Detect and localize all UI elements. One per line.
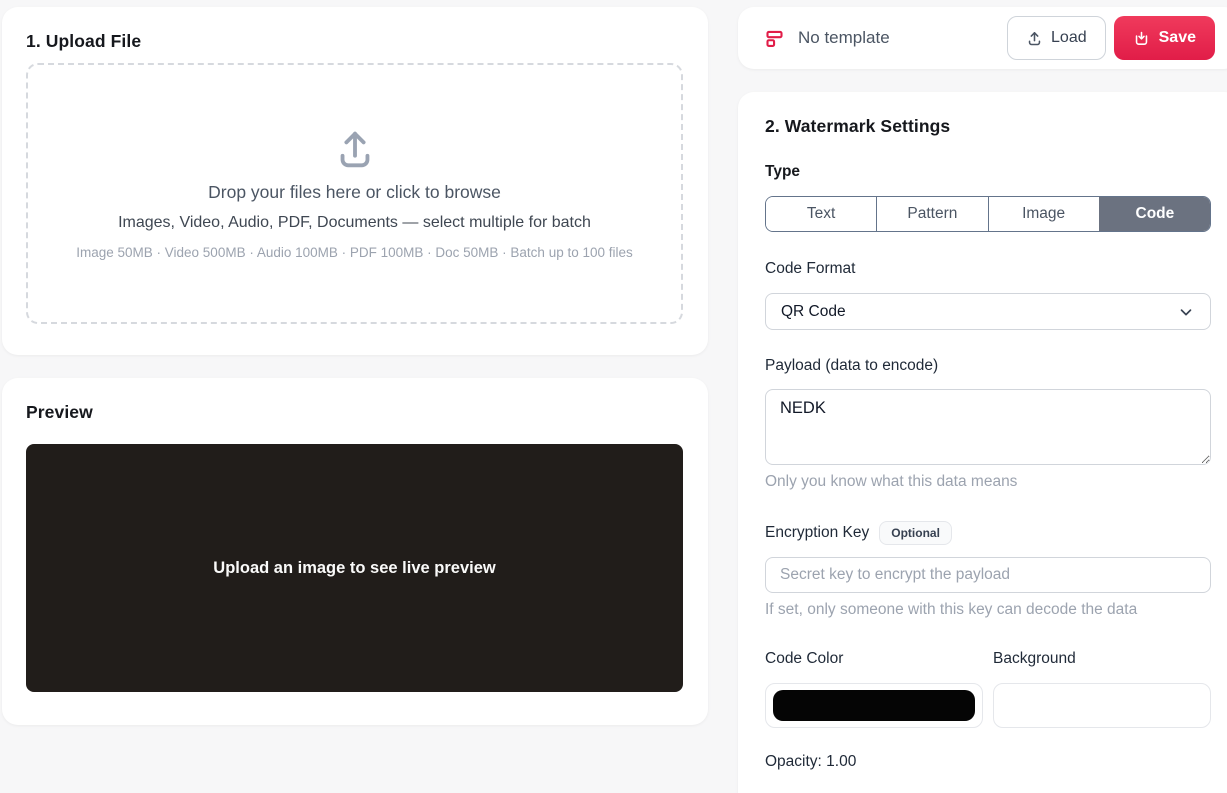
code-format-label: Code Format	[765, 260, 1210, 278]
preview-title: Preview	[26, 402, 683, 423]
upload-section-title: 1. Upload File	[26, 31, 683, 52]
opacity-label: Opacity: 1.00	[765, 753, 1210, 771]
preview-canvas: Upload an image to see live preview	[26, 444, 683, 692]
dropzone-filetypes-text: Images, Video, Audio, PDF, Documents — s…	[118, 214, 591, 232]
load-button-label: Load	[1051, 29, 1087, 47]
payload-label: Payload (data to encode)	[765, 357, 1210, 375]
payload-textarea[interactable]: NEDK	[765, 389, 1211, 465]
code-color-picker[interactable]	[765, 683, 983, 728]
load-upload-icon	[1026, 30, 1043, 47]
type-segmented-control: Text Pattern Image Code	[765, 196, 1211, 232]
upload-icon	[332, 127, 378, 173]
type-option-image[interactable]: Image	[988, 197, 1099, 231]
save-button[interactable]: Save	[1114, 16, 1215, 60]
code-format-value: QR Code	[781, 303, 846, 321]
save-button-label: Save	[1159, 29, 1196, 47]
encryption-key-label: Encryption Key	[765, 524, 869, 542]
dropzone-main-text: Drop your files here or click to browse	[208, 182, 501, 203]
save-icon	[1133, 30, 1150, 47]
load-button[interactable]: Load	[1007, 16, 1106, 60]
template-icon	[764, 28, 785, 49]
watermark-settings-card: 2. Watermark Settings Type Text Pattern …	[738, 92, 1227, 793]
code-color-label: Code Color	[765, 650, 983, 668]
encryption-key-input[interactable]	[765, 557, 1211, 593]
code-color-swatch	[773, 690, 975, 721]
file-dropzone[interactable]: Drop your files here or click to browse …	[26, 63, 683, 324]
payload-help-text: Only you know what this data means	[765, 473, 1210, 491]
type-label: Type	[765, 163, 1210, 181]
settings-section-title: 2. Watermark Settings	[765, 116, 1210, 137]
background-color-swatch	[1001, 690, 1203, 721]
template-status-text: No template	[798, 28, 890, 48]
type-option-text[interactable]: Text	[766, 197, 876, 231]
background-color-label: Background	[993, 650, 1211, 668]
color-fields-row: Code Color Background	[765, 650, 1211, 728]
upload-file-card: 1. Upload File Drop your files here or c…	[2, 7, 708, 355]
dropzone-limits-text: Image 50MB · Video 500MB · Audio 100MB ·…	[76, 245, 633, 260]
type-option-code[interactable]: Code	[1099, 197, 1210, 231]
encryption-help-text: If set, only someone with this key can d…	[765, 601, 1210, 619]
chevron-down-icon	[1177, 303, 1195, 321]
template-bar: No template Load Save	[738, 7, 1227, 69]
preview-card: Preview Upload an image to see live prev…	[2, 378, 708, 725]
preview-placeholder-text: Upload an image to see live preview	[213, 559, 495, 578]
type-option-pattern[interactable]: Pattern	[876, 197, 987, 231]
background-color-picker[interactable]	[993, 683, 1211, 728]
code-format-select[interactable]: QR Code	[765, 293, 1211, 330]
optional-badge: Optional	[879, 521, 952, 545]
